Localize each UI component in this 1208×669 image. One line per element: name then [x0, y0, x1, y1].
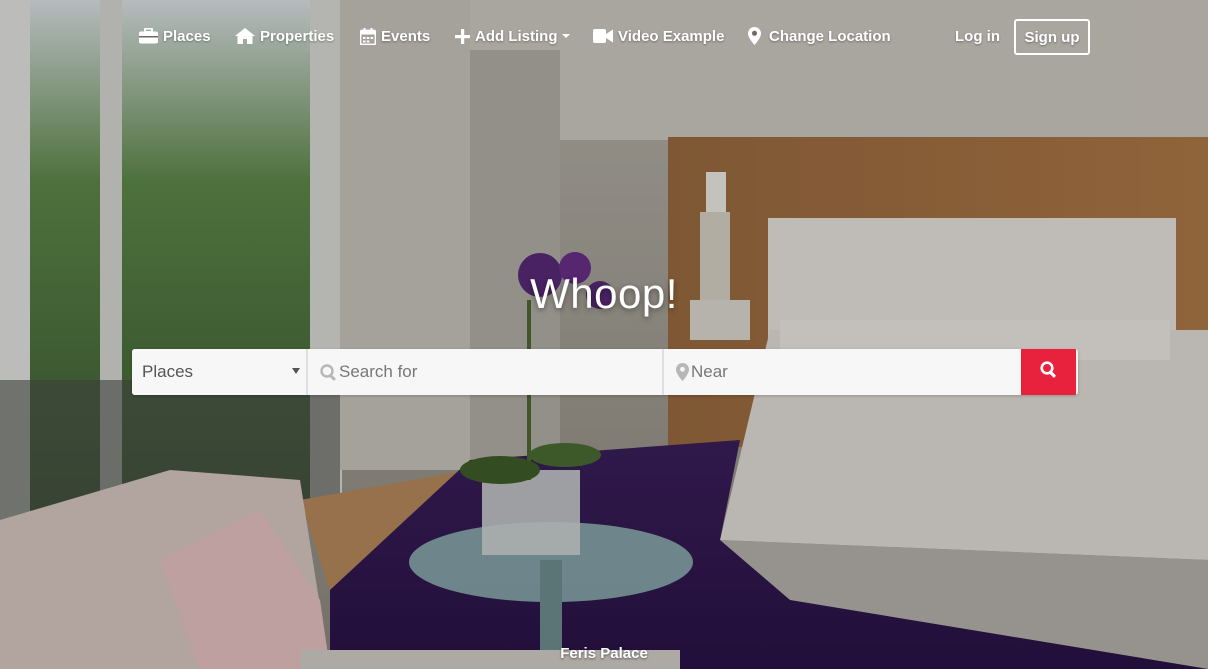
caret-down-icon: [561, 34, 570, 38]
hero-section: Places Properties Events Add Listing Vid…: [0, 0, 1208, 669]
search-bar: Places Search for Near: [132, 349, 1078, 395]
nav-add-listing-label: Add Listing: [475, 27, 558, 45]
login-label: Log in: [955, 27, 1000, 45]
nav-events[interactable]: Events: [360, 18, 430, 54]
map-marker-icon: [676, 363, 689, 381]
signup-label: Sign up: [1024, 28, 1080, 46]
map-marker-icon: [748, 27, 761, 45]
top-navigation: Places Properties Events Add Listing Vid…: [0, 18, 1208, 55]
search-submit-button[interactable]: [1021, 349, 1076, 395]
nav-properties[interactable]: Properties: [235, 18, 334, 54]
home-icon: [235, 28, 255, 44]
nav-video-example[interactable]: Video Example: [593, 18, 724, 54]
nav-change-location-label: Change Location: [769, 27, 891, 45]
hero-overlay: [0, 0, 1208, 669]
search-for-input[interactable]: Search for: [308, 349, 664, 395]
plus-icon: [455, 28, 470, 44]
search-icon: [1040, 361, 1057, 383]
login-link[interactable]: Log in: [955, 18, 1000, 54]
nav-places-label: Places: [163, 27, 211, 45]
nav-events-label: Events: [381, 27, 431, 45]
search-for-placeholder: Search for: [339, 362, 418, 381]
near-placeholder: Near: [691, 362, 728, 381]
search-icon: [320, 363, 337, 381]
nav-places[interactable]: Places: [139, 18, 211, 54]
nav-add-listing-dropdown[interactable]: Add Listing: [455, 18, 570, 54]
nav-change-location[interactable]: Change Location: [748, 18, 891, 54]
nav-video-example-label: Video Example: [618, 27, 725, 45]
nav-properties-label: Properties: [260, 27, 335, 45]
video-camera-icon: [593, 29, 613, 43]
select-arrow-icon: [292, 368, 300, 374]
listing-type-selected-value: Places: [142, 362, 194, 381]
calendar-icon: [360, 27, 376, 45]
signup-button[interactable]: Sign up: [1014, 19, 1090, 55]
hero-title: Whoop!: [530, 270, 678, 317]
image-caption: Feris Palace: [560, 645, 648, 662]
near-location-input[interactable]: Near: [664, 349, 1021, 395]
briefcase-icon: [139, 28, 158, 44]
listing-type-select[interactable]: Places: [132, 349, 308, 395]
